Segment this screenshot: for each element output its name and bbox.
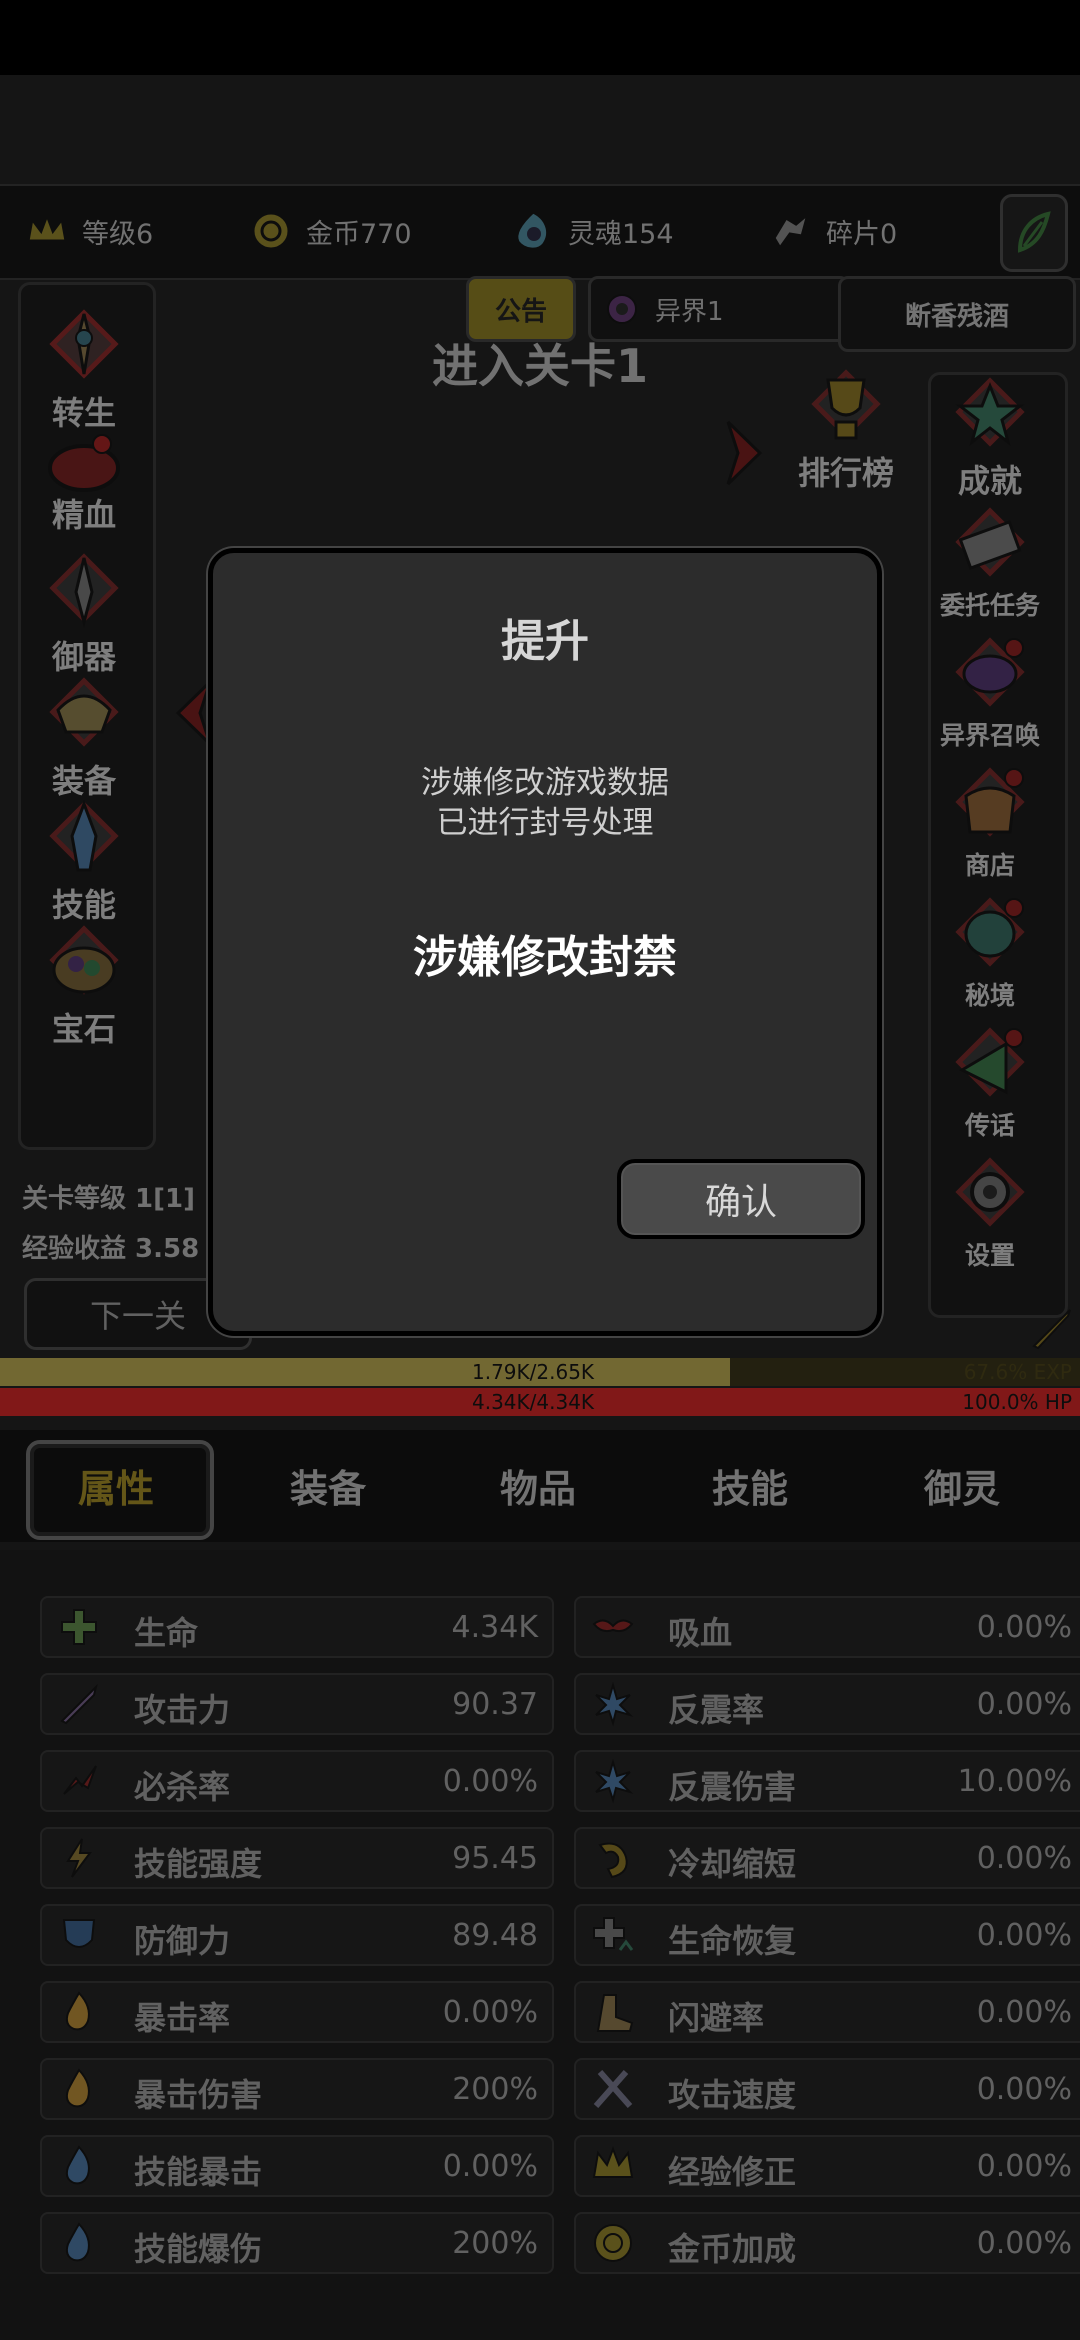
- dialog-headline: 涉嫌修改封禁: [413, 932, 677, 983]
- confirm-button[interactable]: 确认: [617, 1159, 865, 1239]
- dialog-message: 涉嫌修改游戏数据 已进行封号处理: [421, 765, 669, 841]
- ban-dialog: 提升 涉嫌修改游戏数据 已进行封号处理 涉嫌修改封禁 确认: [208, 548, 882, 1336]
- dialog-title: 提升: [501, 616, 589, 667]
